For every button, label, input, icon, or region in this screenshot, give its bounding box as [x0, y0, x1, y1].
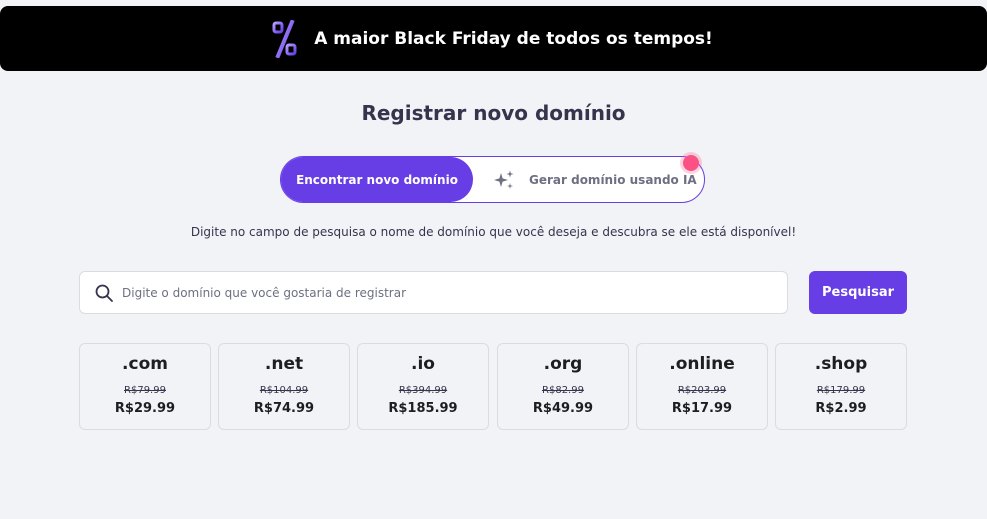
tld-name: .shop	[814, 354, 868, 374]
tld-old-price: R$394.99	[398, 385, 448, 396]
promo-banner-content: A maior Black Friday de todos os tempos!	[272, 19, 713, 58]
sparkle-icon	[494, 170, 514, 189]
tab-find-domain[interactable]: Encontrar novo domínio	[281, 157, 473, 202]
tld-price: R$17.99	[671, 401, 733, 416]
tld-name: .com	[122, 354, 168, 374]
tld-card-org[interactable]: .org R$82.99 R$49.99	[497, 343, 629, 430]
tld-old-price: R$179.99	[816, 385, 866, 396]
tab-generate-ai-domain-label: Gerar domínio usando IA	[529, 172, 697, 187]
page-subtitle: Digite no campo de pesquisa o nome de do…	[190, 225, 797, 239]
tld-old-price: R$203.99	[677, 385, 727, 396]
tld-card-net[interactable]: .net R$104.99 R$74.99	[218, 343, 350, 430]
tab-find-domain-label: Encontrar novo domínio	[296, 172, 458, 187]
promo-banner-text: A maior Black Friday de todos os tempos!	[314, 28, 713, 49]
tld-price: R$29.99	[114, 401, 176, 416]
tld-card-shop[interactable]: .shop R$179.99 R$2.99	[775, 343, 907, 430]
tld-price: R$74.99	[253, 401, 315, 416]
domain-mode-toggle: Encontrar novo domínio Gerar domínio usa…	[280, 156, 705, 203]
notification-dot	[683, 155, 699, 171]
tab-generate-ai-domain[interactable]: Gerar domínio usando IA	[493, 157, 697, 202]
tld-price: R$49.99	[532, 401, 594, 416]
tld-name: .org	[543, 354, 583, 374]
tld-price: R$185.99	[388, 401, 458, 416]
tld-old-price: R$79.99	[124, 385, 166, 396]
percent-icon	[272, 19, 297, 58]
tld-price: R$2.99	[815, 401, 867, 416]
tld-card-com[interactable]: .com R$79.99 R$29.99	[79, 343, 211, 430]
tld-old-price: R$104.99	[259, 385, 309, 396]
search-icon	[95, 284, 113, 302]
tld-card-online[interactable]: .online R$203.99 R$17.99	[636, 343, 768, 430]
domain-search-input[interactable]	[122, 285, 762, 300]
tld-old-price: R$82.99	[542, 385, 584, 396]
tld-card-io[interactable]: .io R$394.99 R$185.99	[357, 343, 489, 430]
promo-banner[interactable]: A maior Black Friday de todos os tempos!	[0, 6, 987, 71]
page-title: Registrar novo domínio	[361, 101, 626, 125]
tld-name: .net	[264, 354, 304, 374]
tld-name: .online	[669, 354, 735, 374]
domain-search-box[interactable]	[79, 271, 788, 314]
search-button[interactable]: Pesquisar	[809, 271, 907, 314]
tld-name: .io	[411, 354, 435, 374]
